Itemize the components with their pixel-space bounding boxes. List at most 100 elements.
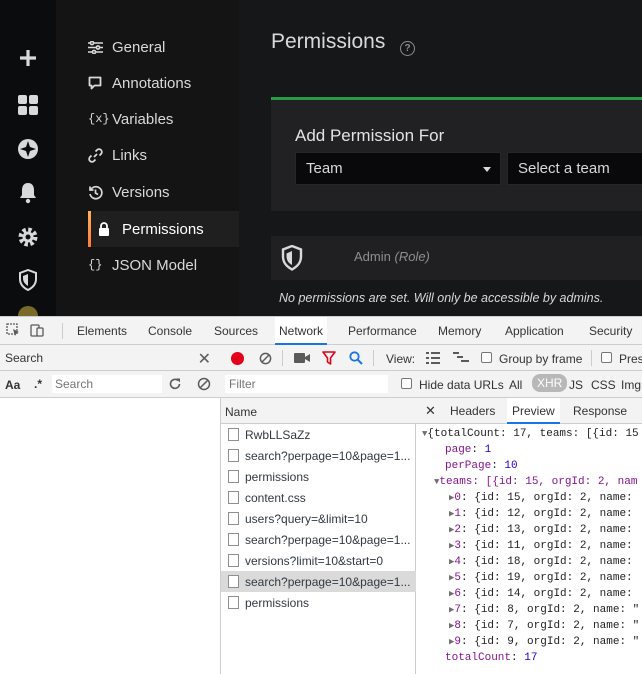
device-toolbar-icon[interactable]: [30, 323, 44, 337]
divider: [62, 323, 63, 339]
nav-item-general[interactable]: General: [88, 29, 239, 65]
filter-input[interactable]: [225, 375, 388, 393]
list-view-icon[interactable]: [426, 352, 440, 364]
list-item[interactable]: search?perpage=10&page=1...: [221, 529, 416, 550]
column-name[interactable]: Name: [225, 405, 257, 419]
dashboards-icon[interactable]: [16, 93, 40, 117]
tab-console[interactable]: Console: [146, 317, 194, 345]
list-item[interactable]: permissions: [221, 466, 416, 487]
tab-headers[interactable]: Headers: [450, 398, 495, 424]
details-tabbar: ✕ Headers Preview Response: [416, 398, 642, 424]
bell-icon[interactable]: [16, 181, 40, 205]
record-icon[interactable]: [231, 352, 244, 365]
add-permission-title: Add Permission For: [295, 126, 445, 145]
json-key: 3: [454, 540, 462, 552]
filter-type-img[interactable]: Img: [621, 378, 641, 392]
lock-icon: [98, 222, 122, 236]
tab-sources[interactable]: Sources: [212, 317, 260, 345]
tab-performance[interactable]: Performance: [346, 317, 419, 345]
variable-icon: {x}: [88, 112, 110, 126]
json-team-item[interactable]: ▶3: {id: 11, orgId: 2, name:: [449, 538, 639, 554]
nav-item-variables[interactable]: {x} Variables: [88, 101, 239, 137]
json-team-item[interactable]: ▶5: {id: 19, orgId: 2, name:: [449, 570, 639, 586]
filter-type-xhr[interactable]: XHR: [532, 374, 568, 392]
tab-preview[interactable]: Preview: [507, 398, 560, 424]
chevron-down-icon: [483, 167, 491, 172]
json-team-item[interactable]: ▶1: {id: 12, orgId: 2, name:: [449, 506, 639, 522]
list-item[interactable]: users?query=&limit=10: [221, 508, 416, 529]
tab-security[interactable]: Security: [587, 317, 634, 345]
close-details-icon[interactable]: ✕: [425, 398, 436, 424]
refresh-icon[interactable]: [168, 377, 182, 391]
help-icon[interactable]: ?: [400, 41, 415, 56]
json-value: 10: [504, 460, 518, 472]
json-team-item[interactable]: ▶4: {id: 18, orgId: 2, name:: [449, 554, 639, 570]
team-picker[interactable]: Select a team: [507, 152, 642, 185]
preserve-log-checkbox[interactable]: [601, 352, 612, 363]
hide-data-urls-checkbox[interactable]: [401, 378, 412, 389]
json-key: 9: [454, 636, 462, 648]
file-icon: [228, 575, 239, 588]
list-item[interactable]: versions?limit=10&start=0: [221, 550, 416, 571]
file-icon: [228, 470, 239, 483]
json-key: totalCount: [445, 652, 512, 664]
inspect-icon[interactable]: [6, 323, 20, 337]
filter-type-all[interactable]: All: [509, 378, 522, 392]
explore-icon[interactable]: [16, 137, 40, 161]
json-icon: {}: [88, 258, 103, 272]
list-item[interactable]: search?perpage=10&page=1...: [221, 445, 416, 466]
devtools-panel: Elements Console Sources Network Perform…: [0, 316, 642, 674]
waterfall-view-icon[interactable]: [453, 352, 469, 364]
filter-type-css[interactable]: CSS: [591, 378, 616, 392]
json-team-item[interactable]: ▶2: {id: 13, orgId: 2, name:: [449, 522, 639, 538]
json-team-item[interactable]: ▶6: {id: 14, orgId: 2, name:: [449, 586, 639, 602]
filter-icon[interactable]: [322, 351, 336, 365]
clear-icon[interactable]: [197, 377, 211, 391]
search-icon[interactable]: [349, 351, 363, 365]
tab-application[interactable]: Application: [503, 317, 566, 345]
json-team-item[interactable]: ▶0: {id: 15, orgId: 2, name:: [449, 490, 639, 506]
list-item[interactable]: RwbLLSaZz: [221, 424, 416, 445]
avatar[interactable]: [18, 306, 38, 316]
list-item[interactable]: permissions: [221, 592, 416, 613]
permission-role-label: Admin (Role): [354, 249, 430, 264]
camera-icon[interactable]: [294, 352, 310, 364]
tab-response[interactable]: Response: [573, 398, 627, 424]
match-case-toggle[interactable]: Aa: [5, 378, 20, 392]
nav-item-versions[interactable]: Versions: [88, 174, 239, 210]
tab-memory[interactable]: Memory: [436, 317, 483, 345]
gear-icon[interactable]: [16, 225, 40, 249]
nav-item-json-model[interactable]: {} JSON Model: [88, 247, 239, 283]
nav-item-permissions[interactable]: Permissions: [88, 211, 239, 247]
nav-item-annotations[interactable]: Annotations: [88, 65, 239, 101]
list-item-selected[interactable]: search?perpage=10&page=1...: [221, 571, 416, 592]
filter-bar: Hide data URLs All XHR JS CSS Img: [221, 371, 642, 398]
clear-log-icon[interactable]: [259, 352, 272, 365]
file-icon: [228, 554, 239, 567]
json-root-line[interactable]: ▼{totalCount: 17, teams: [{id: 15: [422, 426, 639, 442]
filter-type-js[interactable]: JS: [569, 378, 583, 392]
list-item[interactable]: content.css: [221, 487, 416, 508]
json-team-item[interactable]: ▶7: {id: 8, orgId: 2, name: ": [449, 602, 639, 618]
nav-item-links[interactable]: Links: [88, 137, 239, 173]
json-team-item[interactable]: ▶8: {id: 7, orgId: 2, name: ": [449, 618, 639, 634]
shield-icon[interactable]: [16, 268, 40, 292]
plus-icon[interactable]: [16, 46, 40, 70]
tab-network[interactable]: Network: [275, 317, 328, 345]
group-by-frame-checkbox[interactable]: [481, 352, 492, 363]
regex-toggle[interactable]: .*: [34, 377, 42, 391]
close-icon[interactable]: ✕: [198, 349, 211, 369]
json-team-item[interactable]: ▶9: {id: 9, orgId: 2, name: ": [449, 634, 639, 650]
json-line: page: 1: [445, 444, 492, 456]
divider: [282, 350, 283, 366]
json-teams-line[interactable]: ▼teams: [{id: 15, orgId: 2, nam: [434, 474, 637, 490]
search-toolbar: Aa .*: [0, 371, 221, 398]
search-input[interactable]: [52, 375, 162, 393]
nav-label: Permissions: [122, 220, 204, 238]
json-key: perPage: [445, 460, 492, 472]
json-key: 4: [454, 556, 462, 568]
permission-type-select[interactable]: Team: [295, 152, 501, 185]
json-key: 1: [454, 508, 462, 520]
json-line: totalCount: 17: [445, 652, 538, 664]
tab-elements[interactable]: Elements: [75, 317, 129, 345]
